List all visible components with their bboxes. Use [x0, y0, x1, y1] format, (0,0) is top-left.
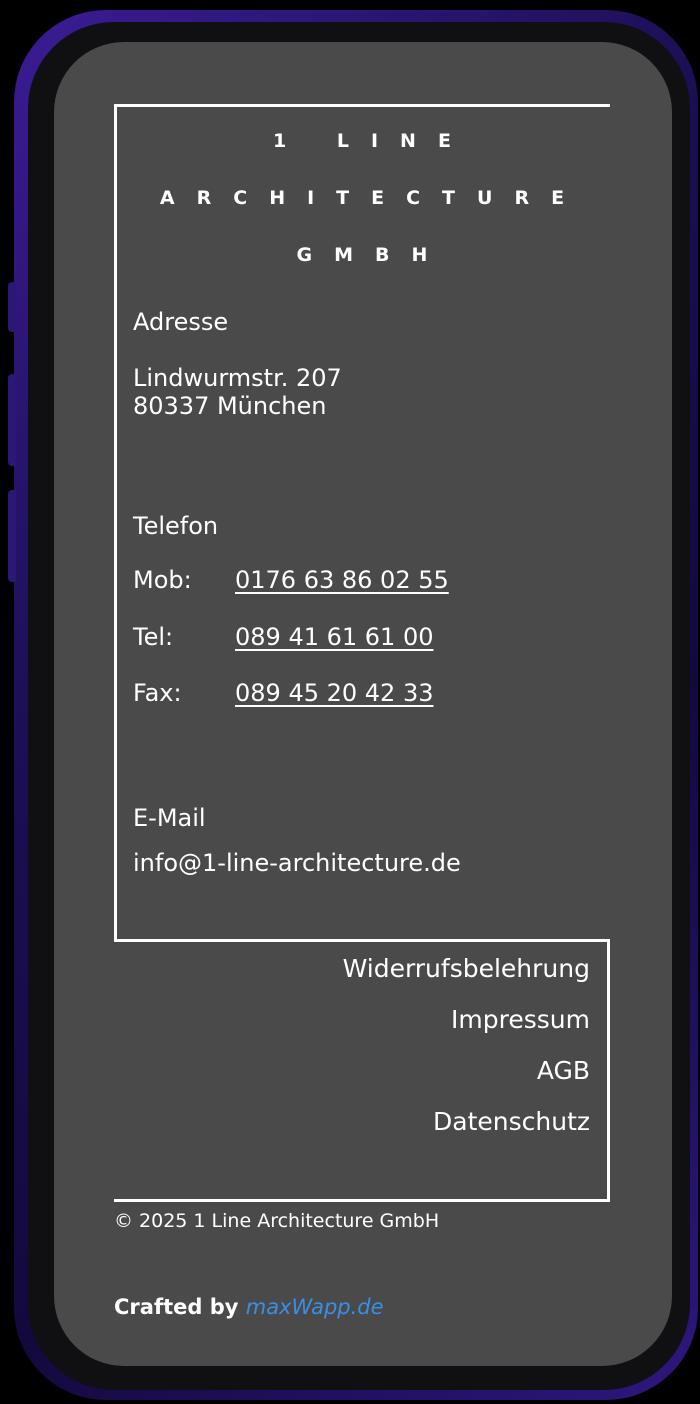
phone-row-label: Fax:: [133, 679, 182, 707]
crafted-by: Crafted by maxWapp.de: [114, 1295, 384, 1319]
phone-row-label: Mob:: [133, 566, 192, 594]
phone-row-tel: Tel: 089 41 61 61 00: [133, 623, 433, 651]
phone-volume-down-button: [8, 490, 16, 582]
company-logo-line-1: 1 LINE: [273, 130, 473, 152]
legal-link-widerrufsbelehrung[interactable]: Widerrufsbelehrung: [343, 954, 590, 983]
address-city: 80337 München: [133, 392, 327, 420]
copyright-text: © 2025 1 Line Architecture GmbH: [114, 1210, 440, 1232]
legal-link-agb[interactable]: AGB: [537, 1056, 590, 1085]
crafted-by-prefix: Crafted by: [114, 1295, 246, 1319]
address-heading: Adresse: [133, 308, 229, 336]
legal-link-impressum[interactable]: Impressum: [451, 1005, 590, 1034]
email-link[interactable]: info@1-line-architecture.de: [133, 849, 461, 877]
phone-row-mobile: Mob: 0176 63 86 02 55: [133, 566, 449, 594]
mobile-number-link[interactable]: 0176 63 86 02 55: [235, 566, 449, 594]
phone-screen: 1 LINE ARCHITECTURE GMBH Adresse Lindwur…: [54, 42, 672, 1366]
company-logo-line-3: GMBH: [296, 244, 450, 266]
phone-row-fax: Fax: 089 45 20 42 33: [133, 679, 433, 707]
phone-side-button: [8, 282, 16, 332]
legal-link-datenschutz[interactable]: Datenschutz: [433, 1107, 590, 1136]
fax-number-link[interactable]: 089 45 20 42 33: [235, 679, 433, 707]
tel-number-link[interactable]: 089 41 61 61 00: [235, 623, 433, 651]
email-heading: E-Mail: [133, 804, 206, 832]
phone-row-label: Tel:: [133, 623, 174, 651]
address-street: Lindwurmstr. 207: [133, 364, 342, 392]
phone-volume-up-button: [8, 374, 16, 466]
phone-heading: Telefon: [133, 512, 219, 540]
company-logo-line-2: ARCHITECTURE: [159, 187, 587, 209]
crafted-by-brand-link[interactable]: maxWapp.de: [246, 1295, 384, 1319]
